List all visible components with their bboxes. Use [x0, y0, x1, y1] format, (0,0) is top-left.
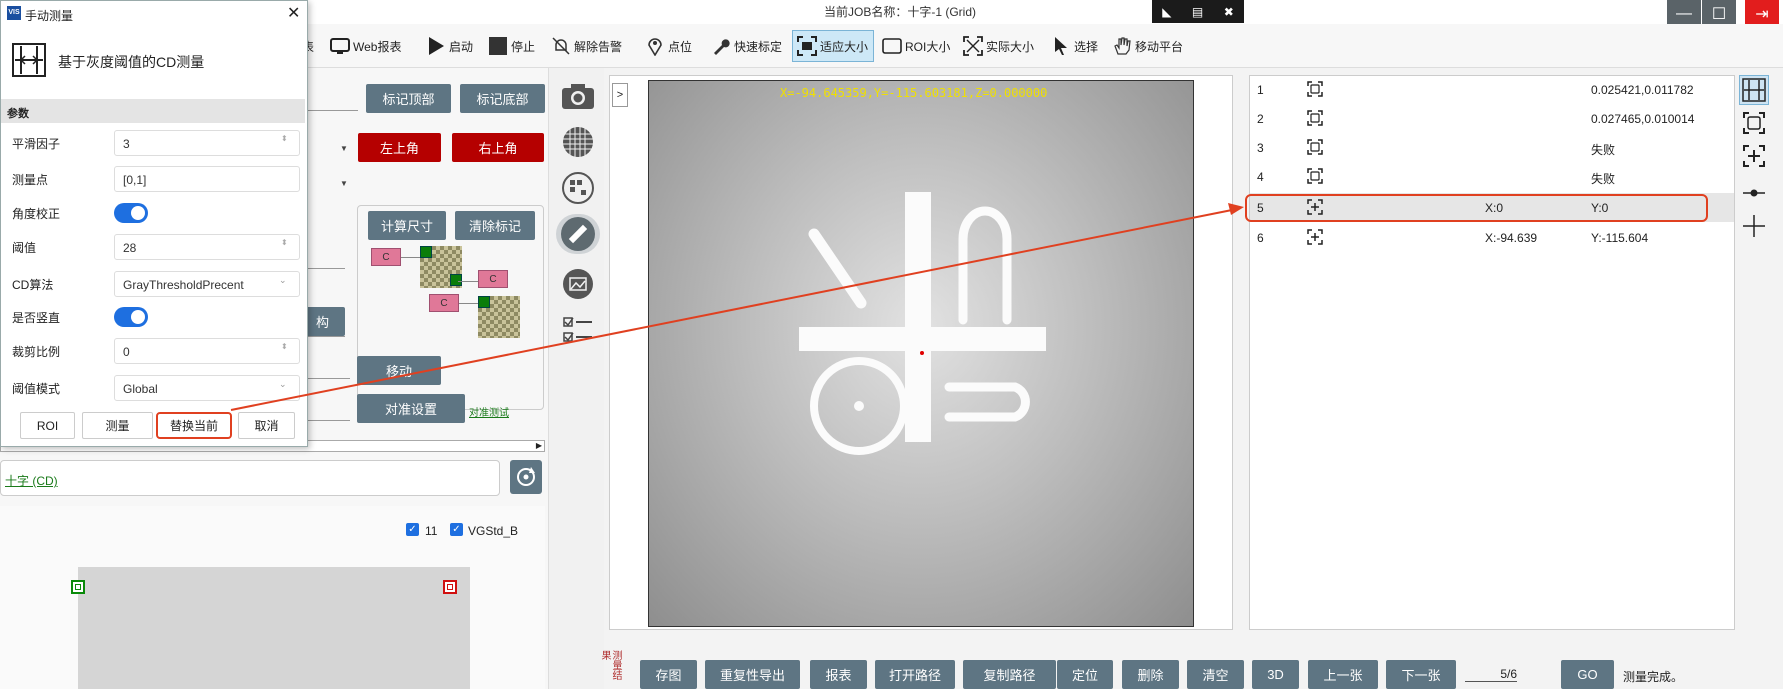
crosshair-icon[interactable]	[1739, 211, 1769, 241]
report-button[interactable]: 报表	[810, 660, 867, 689]
3d-button[interactable]: 3D	[1252, 660, 1299, 689]
point-line-icon[interactable]	[1739, 178, 1769, 208]
clear-button[interactable]: 清空	[1187, 660, 1244, 689]
status-text: 测量完成。	[1623, 670, 1684, 684]
prev-image-button[interactable]: 上一张	[1308, 660, 1378, 689]
crosshair-frame-icon[interactable]	[1739, 141, 1769, 171]
cd-measure-icon[interactable]	[1739, 75, 1769, 105]
save-image-button[interactable]: 存图	[640, 660, 697, 689]
page-indicator[interactable]: 5/6	[1465, 667, 1517, 682]
open-path-button[interactable]: 打开路径	[875, 660, 955, 689]
next-image-button[interactable]: 下一张	[1386, 660, 1456, 689]
results-side-label: 测量结果	[599, 650, 621, 680]
delete-button[interactable]: 删除	[1122, 660, 1179, 689]
roi-frame-icon[interactable]	[1739, 108, 1769, 138]
go-button[interactable]: GO	[1561, 660, 1614, 689]
locate-button[interactable]: 定位	[1057, 660, 1113, 689]
copy-path-button[interactable]: 复制路径	[963, 660, 1056, 689]
annotation-arrow	[230, 203, 1244, 411]
repeatability-export-button[interactable]: 重复性导出	[705, 660, 800, 689]
